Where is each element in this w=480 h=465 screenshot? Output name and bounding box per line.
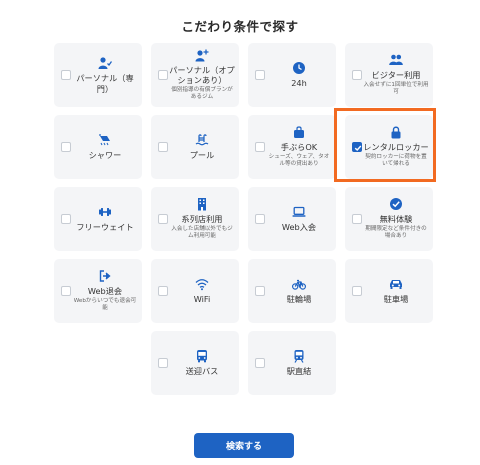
laptop-icon: [292, 205, 306, 219]
checkbox[interactable]: [158, 70, 168, 80]
condition-label: 24h: [291, 78, 307, 89]
condition-card[interactable]: 24h: [248, 43, 336, 107]
condition-content: パーソナル（専門）: [72, 43, 138, 107]
condition-content: パーソナル（オプションあり） 個別指導の有償プランがあるジム: [169, 43, 235, 107]
car-icon: [389, 277, 403, 291]
condition-card[interactable]: 駐輪場: [248, 259, 336, 323]
condition-content: 送迎バス: [169, 331, 235, 395]
condition-description: 契約ロッカーに荷物を置いて帰れる: [365, 153, 427, 168]
condition-card[interactable]: Web退会 Webからいつでも退会可能: [54, 259, 142, 323]
dumbbell-icon: [98, 205, 112, 219]
lock-icon: [389, 125, 403, 139]
condition-content: 系列店利用 入会した店舗以外でもジム利用可能: [169, 187, 235, 251]
checkbox[interactable]: [61, 214, 71, 224]
condition-content: 駐輪場: [266, 259, 332, 323]
condition-label: レンタルロッカー: [363, 142, 429, 153]
checkbox[interactable]: [352, 214, 362, 224]
condition-card[interactable]: 手ぶらOK シューズ、ウェア、タオル等の貸出あり: [248, 115, 336, 179]
condition-label: WiFi: [193, 294, 211, 305]
checkbox[interactable]: [255, 214, 265, 224]
condition-card[interactable]: 駐車場: [345, 259, 433, 323]
search-button[interactable]: 検索する: [194, 433, 294, 458]
condition-card[interactable]: Web入会: [248, 187, 336, 251]
personal-trainer-icon: [98, 56, 112, 70]
condition-description: 個別指導の有償プランがあるジム: [171, 86, 233, 101]
condition-label: 送迎バス: [185, 366, 219, 377]
checkbox-checked[interactable]: [352, 142, 362, 152]
condition-content: レンタルロッカー 契約ロッカーに荷物を置いて帰れる: [363, 115, 429, 179]
bag-icon: [292, 125, 306, 139]
condition-content: 駐車場: [363, 259, 429, 323]
condition-card[interactable]: パーソナル（専門）: [54, 43, 142, 107]
condition-card[interactable]: WiFi: [151, 259, 239, 323]
condition-card[interactable]: ビジター利用 入会せずに1回単位で利用可: [345, 43, 433, 107]
condition-label: プール: [189, 150, 215, 161]
condition-label: 手ぶらOK: [280, 142, 318, 153]
condition-description: Webからいつでも退会可能: [73, 297, 137, 312]
condition-label: ビジター利用: [371, 70, 421, 81]
condition-label: Web入会: [281, 222, 317, 233]
condition-content: プール: [169, 115, 235, 179]
condition-description: 入会した店舗以外でもジム利用可能: [171, 225, 233, 240]
checkbox[interactable]: [61, 286, 71, 296]
condition-label: 系列店利用: [181, 214, 223, 225]
visitors-icon: [389, 53, 403, 67]
condition-card[interactable]: シャワー: [54, 115, 142, 179]
condition-content: シャワー: [72, 115, 138, 179]
checkbox[interactable]: [61, 142, 71, 152]
condition-label: 駐輪場: [286, 294, 312, 305]
checkbox[interactable]: [158, 142, 168, 152]
condition-description: 期間限定など条件付きの場合あり: [365, 225, 427, 240]
condition-card[interactable]: 送迎バス: [151, 331, 239, 395]
condition-label: 無料体験: [379, 214, 413, 225]
condition-content: ビジター利用 入会せずに1回単位で利用可: [363, 43, 429, 107]
condition-card[interactable]: 系列店利用 入会した店舗以外でもジム利用可能: [151, 187, 239, 251]
condition-label: フリーウェイト: [76, 222, 134, 233]
check-badge-icon: [389, 197, 403, 211]
checkbox[interactable]: [255, 70, 265, 80]
condition-label: Web退会: [87, 286, 123, 297]
checkbox[interactable]: [61, 70, 71, 80]
checkbox[interactable]: [158, 286, 168, 296]
checkbox[interactable]: [158, 358, 168, 368]
condition-content: フリーウェイト: [72, 187, 138, 251]
bicycle-icon: [292, 277, 306, 291]
condition-content: 24h: [266, 43, 332, 107]
person-add-icon: [195, 48, 209, 62]
condition-description: 入会せずに1回単位で利用可: [363, 81, 429, 96]
checkbox[interactable]: [352, 70, 362, 80]
condition-card[interactable]: パーソナル（オプションあり） 個別指導の有償プランがあるジム: [151, 43, 239, 107]
condition-label: パーソナル（オプションあり）: [169, 65, 235, 86]
building-icon: [195, 197, 209, 211]
condition-card[interactable]: フリーウェイト: [54, 187, 142, 251]
checkbox[interactable]: [158, 214, 168, 224]
condition-content: 手ぶらOK シューズ、ウェア、タオル等の貸出あり: [266, 115, 332, 179]
condition-card[interactable]: 無料体験 期間限定など条件付きの場合あり: [345, 187, 433, 251]
checkbox[interactable]: [255, 286, 265, 296]
condition-content: Web退会 Webからいつでも退会可能: [72, 259, 138, 323]
condition-label: シャワー: [88, 150, 122, 161]
wifi-icon: [195, 277, 209, 291]
condition-content: 無料体験 期間限定など条件付きの場合あり: [363, 187, 429, 251]
train-icon: [292, 349, 306, 364]
checkbox[interactable]: [352, 286, 362, 296]
shower-icon: [98, 133, 112, 147]
clock-icon: [292, 61, 306, 75]
checkbox[interactable]: [255, 358, 265, 368]
checkbox[interactable]: [255, 142, 265, 152]
pool-icon: [195, 133, 209, 147]
condition-content: Web入会: [266, 187, 332, 251]
condition-label: 駅直結: [286, 366, 312, 377]
condition-content: 駅直結: [266, 331, 332, 395]
condition-card[interactable]: レンタルロッカー 契約ロッカーに荷物を置いて帰れる: [345, 115, 433, 179]
exit-icon: [98, 269, 112, 283]
condition-content: WiFi: [169, 259, 235, 323]
condition-label: 駐車場: [383, 294, 409, 305]
condition-description: シューズ、ウェア、タオル等の貸出あり: [268, 153, 330, 168]
bus-icon: [195, 349, 209, 363]
condition-card[interactable]: 駅直結: [248, 331, 336, 395]
condition-card[interactable]: プール: [151, 115, 239, 179]
page-title: こだわり条件で探す: [181, 19, 299, 34]
condition-label: パーソナル（専門）: [76, 73, 134, 94]
